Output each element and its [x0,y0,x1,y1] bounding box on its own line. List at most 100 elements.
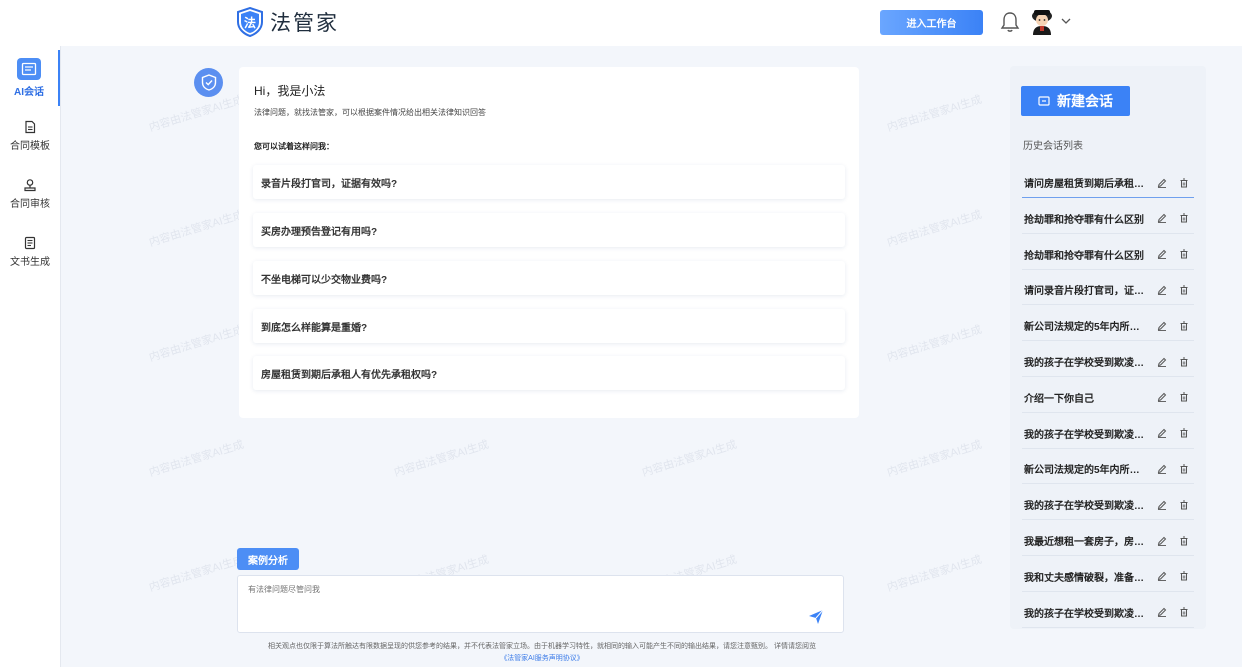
edit-icon[interactable] [1156,570,1168,582]
history-item[interactable]: 我的孩子在学校受到欺凌怎么办 [1022,598,1194,628]
nav-label: 合同模板 [10,141,50,152]
suggested-question[interactable]: 录音片段打官司，证据有效吗? [253,165,845,199]
chat-input-box [237,575,844,633]
suggested-question[interactable]: 买房办理预告登记有用吗? [253,213,845,247]
edit-icon[interactable] [1156,463,1168,475]
delete-icon[interactable] [1178,463,1190,475]
delete-icon[interactable] [1178,499,1190,511]
history-item[interactable]: 我最近想租一套房子，房东要求押金 [1022,526,1194,556]
greeting-title: Hi，我是小法 [254,84,326,98]
delete-icon[interactable] [1178,391,1190,403]
bot-avatar [194,68,223,97]
watermark-text: 内容由法管家AI生成 [147,208,246,250]
history-item-title: 抢劫罪和抢夺罪有什么区别 [1024,250,1144,262]
suggested-question[interactable]: 到底怎么样能算是重婚? [253,309,845,343]
history-item[interactable]: 请问房屋租赁到期后承租人有优先承租权吗 [1022,168,1194,198]
history-item-title: 抢劫罪和抢夺罪有什么区别 [1024,214,1144,226]
chevron-down-icon[interactable] [1060,15,1072,27]
delete-icon[interactable] [1178,284,1190,296]
edit-icon[interactable] [1156,427,1168,439]
edit-icon[interactable] [1156,606,1168,618]
delete-icon[interactable] [1178,212,1190,224]
history-item-title: 请问录音片段打官司，证据有效吗 [1024,286,1144,298]
edit-icon[interactable] [1156,499,1168,511]
watermark-text: 内容由法管家AI生成 [885,323,984,365]
history-item-title: 我的孩子在学校受到欺凌怎么办 [1024,608,1144,620]
history-item[interactable]: 介绍一下你自己 [1022,383,1194,413]
history-item-title: 请问房屋租赁到期后承租人有优先承租权吗 [1024,179,1144,190]
delete-icon[interactable] [1178,320,1190,332]
edit-icon[interactable] [1156,320,1168,332]
edit-icon[interactable] [1156,356,1168,368]
nav-label: 文书生成 [10,257,50,268]
watermark-text: 内容由法管家AI生成 [885,93,984,135]
edit-icon[interactable] [1156,248,1168,260]
watermark-text: 内容由法管家AI生成 [147,438,246,480]
watermark-text: 内容由法管家AI生成 [147,553,246,595]
nav-item-contract-template[interactable]: 合同模板 [0,108,60,164]
history-item-title: 我最近想租一套房子，房东要求押金 [1024,537,1144,548]
nav-label: 合同审核 [10,199,50,210]
nav-item-ai-chat[interactable]: AI会话 [0,50,60,106]
history-title: 历史会话列表 [1023,141,1083,152]
history-item-title: 我和丈夫感情破裂，准备离婚 [1024,572,1144,584]
history-item-title: 我的孩子在学校受到欺凌怎么办 [1024,358,1144,369]
delete-icon[interactable] [1178,570,1190,582]
edit-icon[interactable] [1156,212,1168,224]
history-item[interactable]: 抢劫罪和抢夺罪有什么区别 [1022,240,1194,270]
delete-icon[interactable] [1178,535,1190,547]
delete-icon[interactable] [1178,248,1190,260]
history-item[interactable]: 我的孩子在学校受到欺凌怎么办 [1022,490,1194,521]
nav-label: AI会话 [14,87,44,98]
edit-icon[interactable] [1156,284,1168,296]
history-item[interactable]: 新公司法规定的5年内所有股东实缴 [1022,311,1194,342]
disclaimer: 相关观点也仅限于算法所触达有限数据呈现的供您参考的结果，并不代表法管家立场。由于… [237,641,847,665]
service-agreement-link[interactable]: 《法管家AI服务声明协议》 [500,655,584,662]
case-analysis-button[interactable]: 案例分析 [237,548,299,570]
chat-icon [17,58,41,80]
watermark-text: 内容由法管家AI生成 [885,208,984,250]
history-item[interactable]: 抢劫罪和抢夺罪有什么区别 [1022,204,1194,234]
shield-logo-icon [201,74,216,91]
delete-icon[interactable] [1178,356,1190,368]
history-item[interactable]: 我的孩子在学校受到欺凌怎么办 [1022,419,1194,449]
watermark-text: 内容由法管家AI生成 [885,438,984,480]
history-item[interactable]: 新公司法规定的5年内所有股东实缴 [1022,454,1194,485]
history-item-title: 我的孩子在学校受到欺凌怎么办 [1024,501,1144,513]
history-item[interactable]: 我和丈夫感情破裂，准备离婚 [1022,562,1194,592]
history-item-title: 我的孩子在学校受到欺凌怎么办 [1024,429,1144,441]
enter-workbench-button[interactable]: 进入工作台 [880,10,983,35]
stamp-icon [24,179,36,192]
edit-icon[interactable] [1156,535,1168,547]
send-icon[interactable] [808,609,824,625]
svg-text:法: 法 [244,15,256,30]
delete-icon[interactable] [1178,606,1190,618]
file-text-icon [24,236,36,250]
history-item-title: 新公司法规定的5年内所有股东实缴 [1024,465,1144,477]
suggestion-label: 您可以试着这样问我： [254,142,334,151]
new-chat-button[interactable]: 新建会话 [1021,86,1130,116]
history-item[interactable]: 请问录音片段打官司，证据有效吗 [1022,275,1194,306]
chat-input[interactable] [238,576,843,632]
top-header: 法 法管家 进入工作台 [0,0,1242,46]
history-item-title: 介绍一下你自己 [1024,393,1094,405]
new-chat-icon [1038,95,1050,106]
delete-icon[interactable] [1178,427,1190,439]
greeting-card: Hi，我是小法 法律问题，就找法管家，可以根据案件情况给出相关法律知识回答 您可… [239,67,859,418]
bell-icon[interactable] [1000,11,1020,33]
edit-icon[interactable] [1156,391,1168,403]
disclaimer-text: 相关观点也仅限于算法所触达有限数据呈现的供您参考的结果，并不代表法管家立场。由于… [268,643,816,650]
suggested-question[interactable]: 不坐电梯可以少交物业费吗? [253,261,845,295]
edit-icon[interactable] [1156,177,1168,189]
watermark-text: 内容由法管家AI生成 [147,93,246,135]
delete-icon[interactable] [1178,177,1190,189]
document-icon [25,120,36,134]
user-avatar[interactable] [1027,7,1057,37]
nav-item-contract-review[interactable]: 合同审核 [0,166,60,222]
app-logo[interactable]: 法 法管家 [236,7,339,37]
history-item-title: 新公司法规定的5年内所有股东实缴 [1024,322,1144,334]
watermark-text: 内容由法管家AI生成 [147,323,246,365]
history-item[interactable]: 我的孩子在学校受到欺凌怎么办 [1022,347,1194,377]
nav-item-document-generation[interactable]: 文书生成 [0,224,60,280]
suggested-question[interactable]: 房屋租赁到期后承租人有优先承租权吗? [253,356,845,390]
